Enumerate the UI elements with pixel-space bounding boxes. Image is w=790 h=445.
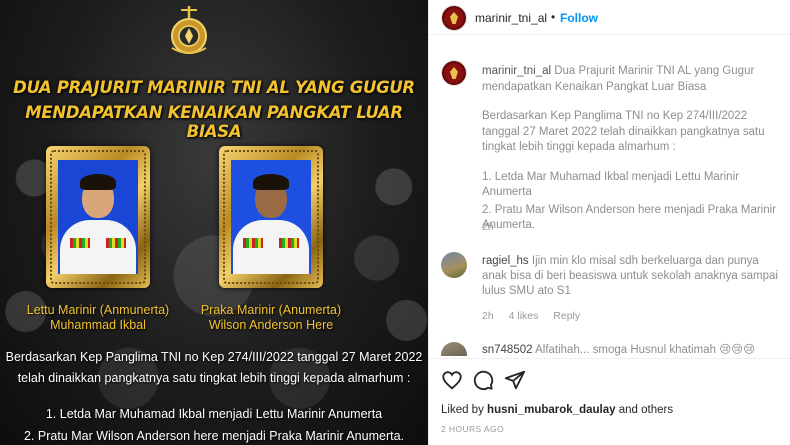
image-body-line-3: 1. Letda Mar Muhamad Ikbal menjadi Lettu… — [45, 407, 383, 421]
liked-by: Liked by husni_mubarok_daulay and others — [441, 404, 673, 416]
soldier-1-rank: Lettu Marinir (Anmunerta) — [26, 303, 170, 317]
image-body-line-1: Berdasarkan Kep Panglima TNI no Kep 274/… — [5, 350, 423, 364]
post-time-ago: 2 HOURS AGO — [441, 424, 504, 434]
caption-item-2: 2. Pratu Mar Wilson Anderson here menjad… — [482, 203, 777, 232]
comment-username-2[interactable]: sn748502 — [482, 344, 533, 356]
comment-text-2: Alfatihah... smoga Husnul khatimah 😢😢😢 — [535, 344, 756, 356]
soldier-1-name: Muhammad Ikbal — [50, 318, 146, 332]
comment-icon[interactable] — [472, 369, 494, 391]
portrait-frame-2 — [219, 146, 323, 288]
comment-item: ragiel_hs Ijin min klo misal sdh berkelu… — [482, 254, 782, 299]
portrait-photo-2 — [231, 160, 311, 274]
liked-by-prefix: Liked by — [441, 404, 484, 416]
caption-paragraph: Berdasarkan Kep Panglima TNI no Kep 274/… — [482, 110, 765, 153]
caption-time: 2h — [482, 221, 494, 233]
comment-meta: 2h 4 likes Reply — [482, 310, 592, 322]
share-icon[interactable] — [504, 369, 526, 391]
headline-line-2: MENDAPATKAN KENAIKAN PANGKAT LUAR BIASA — [25, 103, 403, 141]
post-caption: marinir_tni_al Dua Prajurit Marinir TNI … — [482, 64, 782, 248]
post-header: marinir_tni_al • Follow — [429, 0, 790, 35]
post-image[interactable]: DUA PRAJURIT MARINIR TNI AL YANG GUGUR M… — [0, 0, 428, 445]
portrait-photo-1 — [58, 160, 138, 274]
marine-corps-emblem-icon — [171, 6, 207, 54]
separator-dot: • — [551, 10, 556, 24]
post-actions: Liked by husni_mubarok_daulay and others… — [429, 358, 790, 445]
soldier-2-rank: Praka Marinir (Anumerta) — [200, 303, 342, 317]
comment-time: 2h — [482, 310, 494, 322]
reply-button[interactable]: Reply — [553, 310, 580, 322]
comment-item-2: sn748502 Alfatihah... smoga Husnul khati… — [482, 343, 782, 358]
portrait-frame-1 — [46, 146, 150, 288]
header-username[interactable]: marinir_tni_al — [475, 11, 547, 25]
caption-username[interactable]: marinir_tni_al — [482, 65, 551, 77]
comment-username[interactable]: ragiel_hs — [482, 255, 529, 267]
comment-likes[interactable]: 4 likes — [509, 310, 539, 322]
avatar[interactable] — [441, 5, 467, 31]
image-body-line-2: telah dinaikkan pangkatnya satu tingkat … — [17, 371, 411, 385]
follow-button[interactable]: Follow — [560, 11, 598, 25]
liked-by-suffix[interactable]: and others — [619, 404, 673, 416]
liked-by-user[interactable]: husni_mubarok_daulay — [487, 404, 615, 416]
soldier-2-name: Wilson Anderson Here — [208, 318, 334, 332]
image-body-line-4: 2. Pratu Mar Wilson Anderson here menjad… — [23, 429, 405, 443]
heart-icon[interactable] — [441, 369, 463, 391]
comment-avatar[interactable] — [441, 252, 467, 278]
caption-avatar[interactable] — [441, 60, 467, 86]
comment-avatar-2[interactable] — [441, 342, 467, 356]
headline-line-1: DUA PRAJURIT MARINIR TNI AL YANG GUGUR — [13, 78, 415, 97]
post-sidebar: marinir_tni_al • Follow marinir_tni_al D… — [428, 0, 790, 445]
caption-item-1: 1. Letda Mar Muhamad Ikbal menjadi Lettu… — [482, 170, 739, 199]
